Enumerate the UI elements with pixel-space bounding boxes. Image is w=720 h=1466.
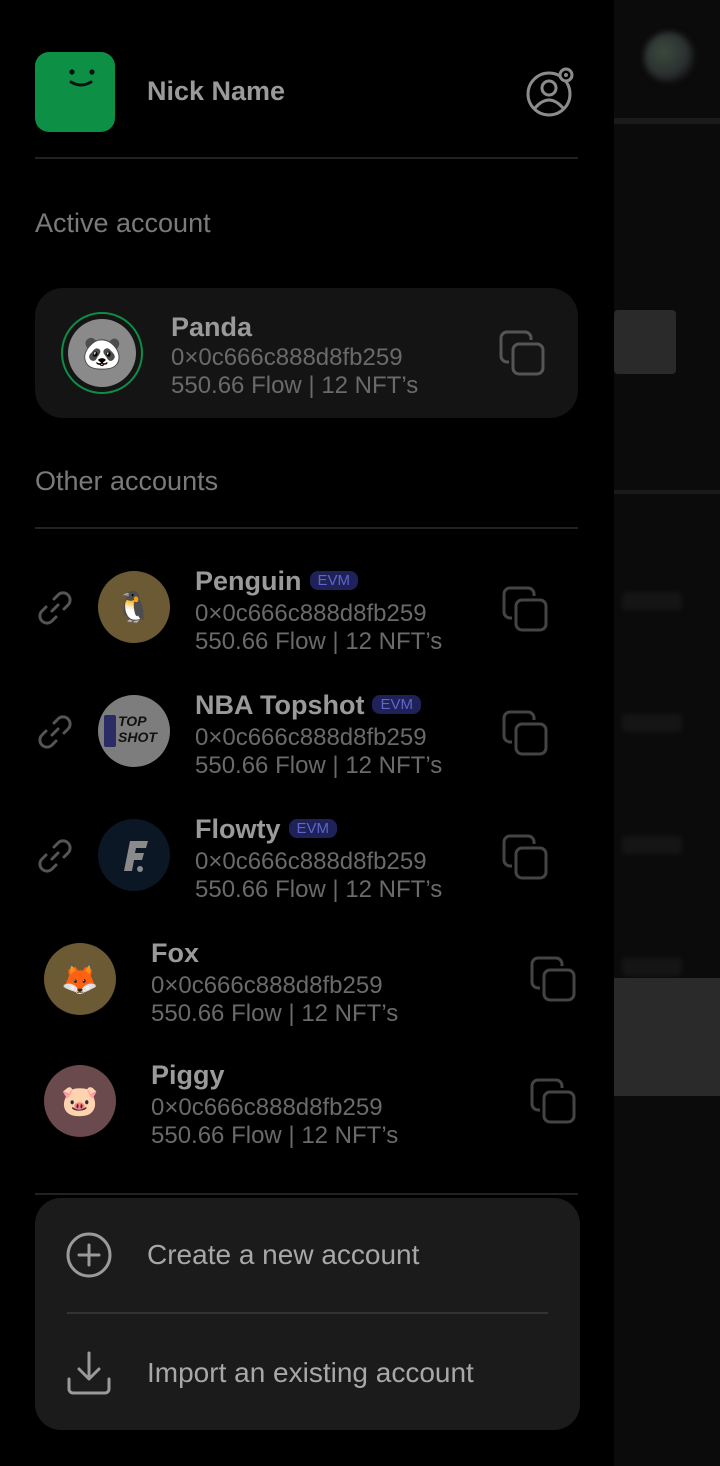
evm-badge: EVM bbox=[288, 819, 338, 838]
account-name: Panda bbox=[171, 312, 253, 342]
actions-divider bbox=[35, 1193, 578, 1195]
account-address: 0×0c666c888d8fb259 bbox=[195, 600, 427, 627]
background-panel bbox=[614, 978, 720, 1096]
copy-icon[interactable] bbox=[502, 834, 550, 882]
penguin-avatar: 🐧 bbox=[98, 571, 170, 643]
active-account-card[interactable]: 🐼 Panda 0×0c666c888d8fb259 550.66 Flow |… bbox=[35, 288, 578, 418]
create-account-label: Create a new account bbox=[147, 1239, 420, 1270]
background-divider bbox=[614, 118, 720, 124]
account-address: 0×0c666c888d8fb259 bbox=[195, 848, 427, 875]
piggy-avatar: 🐷 bbox=[44, 1065, 116, 1137]
account-balance: 550.66 Flow | 12 NFT’s bbox=[195, 628, 443, 655]
account-address: 0×0c666c888d8fb259 bbox=[151, 1094, 383, 1121]
account-row-fox[interactable]: 🦊 Fox 0×0c666c888d8fb259 550.66 Flow | 1… bbox=[0, 920, 614, 1040]
link-icon bbox=[35, 588, 75, 628]
account-name: Piggy bbox=[151, 1060, 225, 1090]
header-divider bbox=[35, 157, 578, 159]
background-text bbox=[622, 714, 682, 732]
account-name: NBA Topshot EVM bbox=[195, 690, 421, 721]
active-avatar-ring: 🐼 bbox=[61, 312, 143, 394]
account-row-flowty[interactable]: Flowty EVM 0×0c666c888d8fb259 550.66 Flow… bbox=[0, 798, 614, 918]
active-account-label: Active account bbox=[35, 208, 211, 238]
plus-circle-icon bbox=[65, 1231, 113, 1279]
user-name: Nick Name bbox=[147, 76, 286, 106]
account-row-penguin[interactable]: 🐧 Penguin EVM 0×0c666c888d8fb259 550.66 F… bbox=[0, 550, 614, 670]
nba-topshot-logo: TOP SHOT bbox=[98, 695, 170, 767]
background-app bbox=[614, 0, 720, 1466]
copy-icon[interactable] bbox=[530, 1078, 578, 1126]
copy-icon[interactable] bbox=[499, 330, 547, 378]
flowty-f-icon bbox=[124, 841, 148, 872]
link-icon bbox=[35, 836, 75, 876]
evm-badge: EVM bbox=[309, 571, 359, 590]
copy-icon[interactable] bbox=[502, 710, 550, 758]
account-name: Flowty EVM bbox=[195, 814, 338, 845]
account-drawer: Nick Name Active account 🐼 Panda 0×0c666… bbox=[0, 0, 614, 1466]
flowty-logo bbox=[98, 819, 170, 891]
account-settings-icon[interactable] bbox=[525, 66, 577, 118]
account-balance: 550.66 Flow | 12 NFT’s bbox=[151, 1122, 399, 1149]
account-balance: 550.66 Flow | 12 NFT’s bbox=[171, 372, 419, 399]
account-balance: 550.66 Flow | 12 NFT’s bbox=[151, 1000, 399, 1027]
import-account-label: Import an existing account bbox=[147, 1357, 474, 1388]
fox-avatar: 🦊 bbox=[44, 943, 116, 1015]
copy-icon[interactable] bbox=[530, 956, 578, 1004]
background-text bbox=[622, 958, 682, 976]
account-address: 0×0c666c888d8fb259 bbox=[151, 972, 383, 999]
download-icon bbox=[65, 1349, 113, 1397]
user-avatar[interactable] bbox=[35, 52, 115, 132]
smiley-face-icon bbox=[69, 69, 95, 87]
account-name: Penguin EVM bbox=[195, 566, 359, 597]
account-actions-card: Create a new account Import an existing … bbox=[35, 1198, 580, 1430]
account-balance: 550.66 Flow | 12 NFT’s bbox=[195, 752, 443, 779]
background-text bbox=[622, 592, 682, 610]
import-account-button[interactable]: Import an existing account bbox=[35, 1314, 580, 1428]
account-address: 0×0c666c888d8fb259 bbox=[171, 344, 403, 371]
other-accounts-divider bbox=[35, 527, 578, 529]
link-icon bbox=[35, 712, 75, 752]
account-row-piggy[interactable]: 🐷 Piggy 0×0c666c888d8fb259 550.66 Flow |… bbox=[0, 1042, 614, 1162]
drawer-header: Nick Name bbox=[35, 52, 580, 132]
background-card bbox=[614, 310, 676, 374]
other-accounts-label: Other accounts bbox=[35, 466, 219, 496]
topshot-logo-text: TOP SHOT bbox=[118, 713, 157, 745]
create-account-button[interactable]: Create a new account bbox=[35, 1198, 580, 1312]
account-name: Fox bbox=[151, 938, 200, 968]
account-address: 0×0c666c888d8fb259 bbox=[195, 724, 427, 751]
background-avatar-blur bbox=[644, 32, 694, 82]
background-text bbox=[622, 836, 682, 854]
evm-badge: EVM bbox=[372, 695, 421, 714]
panda-avatar: 🐼 bbox=[68, 319, 136, 387]
copy-icon[interactable] bbox=[502, 586, 550, 634]
account-balance: 550.66 Flow | 12 NFT’s bbox=[195, 876, 443, 903]
account-row-nba-topshot[interactable]: TOP SHOT NBA Topshot EVM 0×0c666c888d8fb2… bbox=[0, 674, 614, 794]
background-divider bbox=[614, 490, 720, 494]
